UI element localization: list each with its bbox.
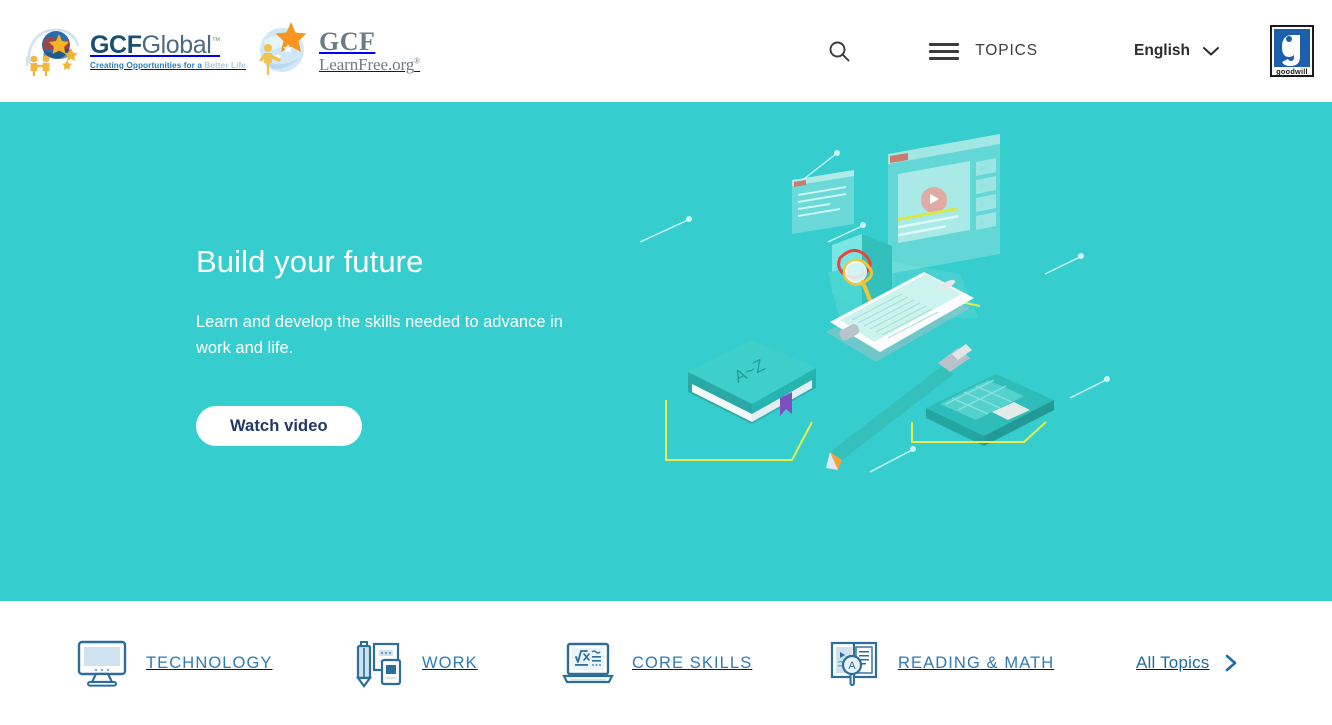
topic-item-work[interactable]: WORK <box>352 638 478 688</box>
open-book-magnifier-icon: A <box>830 641 878 686</box>
pen-document-phone-icon <box>355 641 402 688</box>
topic-label-reading-math: READING & MATH <box>898 653 1055 672</box>
gcfglobal-title-bold: GCF <box>90 31 142 60</box>
topic-navigation-bar: TECHNOLOGY WORK CORE SKILLS A READING & … <box>0 601 1332 725</box>
hero-title: Build your future <box>196 244 424 279</box>
topic-item-technology[interactable]: TECHNOLOGY <box>76 638 273 688</box>
hero-copy: Build your future Learn and develop the … <box>196 244 596 447</box>
hero-subtitle: Learn and develop the skills needed to a… <box>196 313 563 357</box>
topic-label-work: WORK <box>422 653 478 672</box>
topic-label-core-skills: CORE SKILLS <box>632 653 753 672</box>
search-button[interactable] <box>827 39 851 63</box>
text-card-panel <box>792 170 854 234</box>
hero-section: Build your future Learn and develop the … <box>0 102 1332 601</box>
gcfglobal-wordmark: GCFGlobal™ Creating Opportunities for a … <box>90 32 246 69</box>
header-nav: TOPICS English goodwill <box>827 0 1332 102</box>
video-player-panel <box>888 134 1000 274</box>
topics-menu-button[interactable]: TOPICS <box>929 42 1038 60</box>
gcfglobal-globe-people-icon <box>26 28 80 76</box>
isometric-learning-illustration: A~Z <box>640 134 1110 473</box>
gcfglobal-logo[interactable]: GCFGlobal™ Creating Opportunities for a … <box>26 25 246 77</box>
search-icon <box>829 41 850 62</box>
goodwill-logo-link[interactable]: goodwill <box>1270 25 1314 77</box>
topic-item-reading-math[interactable]: A READING & MATH <box>828 638 1054 688</box>
gcfglobal-title-light: Global <box>141 31 212 60</box>
chevron-right-icon <box>1224 654 1238 672</box>
site-header: GCFGlobal™ Creating Opportunities for a … <box>0 0 1332 102</box>
desktop-monitor-icon <box>77 640 127 687</box>
svg-text:A: A <box>848 660 856 672</box>
learnfree-line2-text: LearnFree.org <box>319 55 415 74</box>
gcfglobal-tagline: Creating Opportunities for a Better Life <box>90 61 246 70</box>
watch-video-button[interactable]: Watch video <box>196 406 362 447</box>
gcf-learnfree-globe-star-icon <box>259 22 307 75</box>
gcfglobal-tagline-soft: Better Life <box>204 60 246 70</box>
laptop-math-icon <box>562 642 614 684</box>
goodwill-wordmark: goodwill <box>1276 67 1308 76</box>
dictionary-book: A~Z <box>665 340 816 461</box>
language-selector[interactable]: English <box>1134 42 1220 60</box>
topic-label-technology: TECHNOLOGY <box>146 653 273 672</box>
learnfree-line1: GCF <box>319 27 376 56</box>
all-topics-link[interactable]: All Topics <box>1136 653 1238 673</box>
all-topics-label: All Topics <box>1136 653 1210 672</box>
language-selector-label: English <box>1134 42 1190 59</box>
gcfglobal-title: GCFGlobal™ <box>90 32 246 58</box>
goodwill-logo: goodwill <box>1270 25 1314 77</box>
gcf-learnfree-wordmark: GCF LearnFree.org® <box>319 27 420 74</box>
gcfglobal-tagline-main: Creating Opportunities for a <box>90 60 205 70</box>
topic-item-core-skills[interactable]: CORE SKILLS <box>562 638 752 688</box>
gcf-learnfree-logo[interactable]: GCF LearnFree.org® <box>255 22 420 80</box>
chevron-down-icon <box>1203 47 1219 56</box>
registered-symbol: ® <box>414 56 421 66</box>
hamburger-menu-icon <box>929 42 960 60</box>
trademark-symbol: ™ <box>211 36 221 47</box>
learnfree-line2: LearnFree.org® <box>319 56 420 73</box>
topics-menu-label: TOPICS <box>975 42 1039 59</box>
